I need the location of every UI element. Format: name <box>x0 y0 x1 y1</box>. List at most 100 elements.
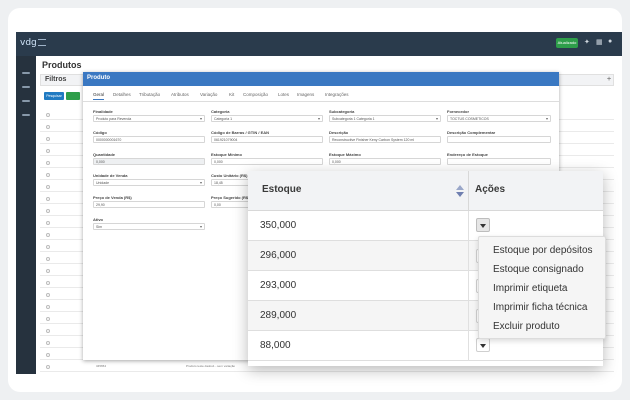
notification-icon[interactable]: ✦ <box>584 38 590 46</box>
column-header-acoes: Ações <box>475 184 506 195</box>
preco-venda-label: Preço de Venda (R$) <box>93 195 132 200</box>
estoque-minimo-input[interactable]: 0,000 <box>211 158 323 165</box>
codigo-barras-input[interactable]: 061921079004 <box>211 136 323 143</box>
row-checkbox[interactable] <box>46 185 50 189</box>
custo-unitario-label: Custo Unitário (R$) <box>211 173 248 178</box>
codigo-input[interactable]: 0000000001670 <box>93 136 205 143</box>
estoque-value: 293,000 <box>260 280 297 291</box>
column-separator <box>468 171 469 211</box>
ativo-select[interactable]: Sim ▾ <box>93 223 205 230</box>
tab-composicao[interactable]: Composição <box>243 92 268 97</box>
menu-item-estoque-consignado[interactable]: Estoque consignado <box>493 264 584 275</box>
modal-header: Produto <box>83 72 559 86</box>
row-checkbox[interactable] <box>46 173 50 177</box>
categoria-select[interactable]: Categoria 1 ▾ <box>211 115 323 122</box>
sidebar <box>16 56 36 374</box>
menu-item-imprimir-etiqueta[interactable]: Imprimir etiqueta <box>493 283 567 294</box>
add-button[interactable] <box>66 92 80 100</box>
endereco-estoque-input[interactable] <box>447 158 551 165</box>
tab-detalhes[interactable]: Detalhes <box>113 92 131 97</box>
grid-icon[interactable]: ▦ <box>596 38 603 46</box>
row-checkbox[interactable] <box>46 149 50 153</box>
top-navbar: vdg Atualizado ✦ ▦ ● <box>16 32 622 56</box>
search-button[interactable]: Pesquisar <box>44 92 64 100</box>
row-checkbox[interactable] <box>46 197 50 201</box>
menu-item-excluir-produto[interactable]: Excluir produto <box>493 321 560 332</box>
estoque-minimo-label: Estoque Mínimo <box>211 152 242 157</box>
row-checkbox[interactable] <box>46 281 50 285</box>
row-checkbox[interactable] <box>46 341 50 345</box>
subcategoria-value: Subcategoria 1 Categoria 1 <box>332 117 375 121</box>
product-code: 345654 <box>96 364 107 368</box>
sidebar-item-icon[interactable] <box>22 72 30 74</box>
actions-dropdown-button[interactable] <box>476 218 490 232</box>
tab-atributos[interactable]: Atributos <box>171 92 189 97</box>
estoque-maximo-input[interactable]: 0,000 <box>329 158 441 165</box>
actions-dropdown-button[interactable] <box>476 338 490 352</box>
row-checkbox[interactable] <box>46 257 50 261</box>
sidebar-item-icon[interactable] <box>22 100 30 102</box>
chevron-down-icon: ▾ <box>199 224 202 229</box>
actions-dropdown-menu: Estoque por depósitos Estoque consignado… <box>478 236 606 339</box>
preco-venda-input[interactable]: 29,90 <box>93 201 205 208</box>
ativo-label: Ativo <box>93 217 103 222</box>
caret-down-icon <box>480 344 486 348</box>
tab-geral[interactable]: Geral <box>93 92 105 100</box>
sort-icon[interactable] <box>456 185 464 197</box>
row-checkbox[interactable] <box>46 329 50 333</box>
tab-tributacao[interactable]: Tributação <box>139 92 160 97</box>
tab-lotes[interactable]: Lotes <box>278 92 289 97</box>
app-logo: vdg <box>20 38 37 48</box>
menu-icon[interactable] <box>38 39 46 46</box>
tab-variacao[interactable]: Variação <box>200 92 217 97</box>
user-icon[interactable]: ● <box>608 38 612 45</box>
row-checkbox[interactable] <box>46 161 50 165</box>
row-checkbox[interactable] <box>46 365 50 369</box>
column-separator <box>468 301 469 331</box>
sidebar-item-icon[interactable] <box>22 86 30 88</box>
descricao-complementar-input[interactable] <box>447 136 551 143</box>
finalidade-select[interactable]: Produto para Revenda ▾ <box>93 115 205 122</box>
row-checkbox[interactable] <box>46 293 50 297</box>
descricao-value: Reconstructive Finisher Keny Carbon Syst… <box>332 138 415 142</box>
column-separator <box>468 271 469 301</box>
sidebar-item-icon[interactable] <box>22 114 30 116</box>
row-checkbox[interactable] <box>46 317 50 321</box>
menu-item-imprimir-ficha-tecnica[interactable]: Imprimir ficha técnica <box>493 302 587 313</box>
row-checkbox[interactable] <box>46 269 50 273</box>
table-header: Estoque Ações <box>248 171 603 211</box>
status-button[interactable]: Atualizado <box>556 38 578 48</box>
row-checkbox[interactable] <box>46 209 50 213</box>
chevron-down-icon: ▾ <box>435 116 438 121</box>
menu-item-estoque-por-depositos[interactable]: Estoque por depósitos <box>493 245 593 256</box>
row-checkbox[interactable] <box>46 245 50 249</box>
filters-label: Filtros <box>45 76 67 83</box>
unidade-venda-select[interactable]: Unidade ▾ <box>93 179 205 186</box>
column-separator <box>468 241 469 271</box>
codigo-barras-value: 061921079004 <box>214 138 238 142</box>
row-checkbox[interactable] <box>46 125 50 129</box>
column-header-estoque[interactable]: Estoque <box>262 184 301 195</box>
subcategoria-select[interactable]: Subcategoria 1 Categoria 1 ▾ <box>329 115 441 122</box>
preco-sugerido-value: 0,00 <box>214 203 221 207</box>
fornecedor-select[interactable]: TOCTUS COSMETICOS ▾ <box>447 115 551 122</box>
tab-integracoes[interactable]: Integrações <box>325 92 349 97</box>
row-checkbox[interactable] <box>46 113 50 117</box>
row-checkbox[interactable] <box>46 221 50 225</box>
unidade-venda-label: Unidade de Venda <box>93 173 128 178</box>
estoque-value: 296,000 <box>260 250 297 261</box>
product-name: Produto teste dados1 - sem variação <box>186 364 236 368</box>
tab-imagens[interactable]: Imagens <box>297 92 314 97</box>
subcategoria-label: Subcategoria <box>329 109 355 114</box>
row-checkbox[interactable] <box>46 353 50 357</box>
preco-sugerido-label: Preço Sugerido (R$) <box>211 195 250 200</box>
row-checkbox[interactable] <box>46 233 50 237</box>
categoria-value: Categoria 1 <box>214 117 233 121</box>
row-checkbox[interactable] <box>46 137 50 141</box>
descricao-input[interactable]: Reconstructive Finisher Keny Carbon Syst… <box>329 136 441 143</box>
row-checkbox[interactable] <box>46 305 50 309</box>
page-title: Produtos <box>42 60 82 70</box>
filters-toggle[interactable]: + <box>607 76 611 83</box>
finalidade-label: Finalidade <box>93 109 113 114</box>
tab-kit[interactable]: Kit <box>229 92 234 97</box>
